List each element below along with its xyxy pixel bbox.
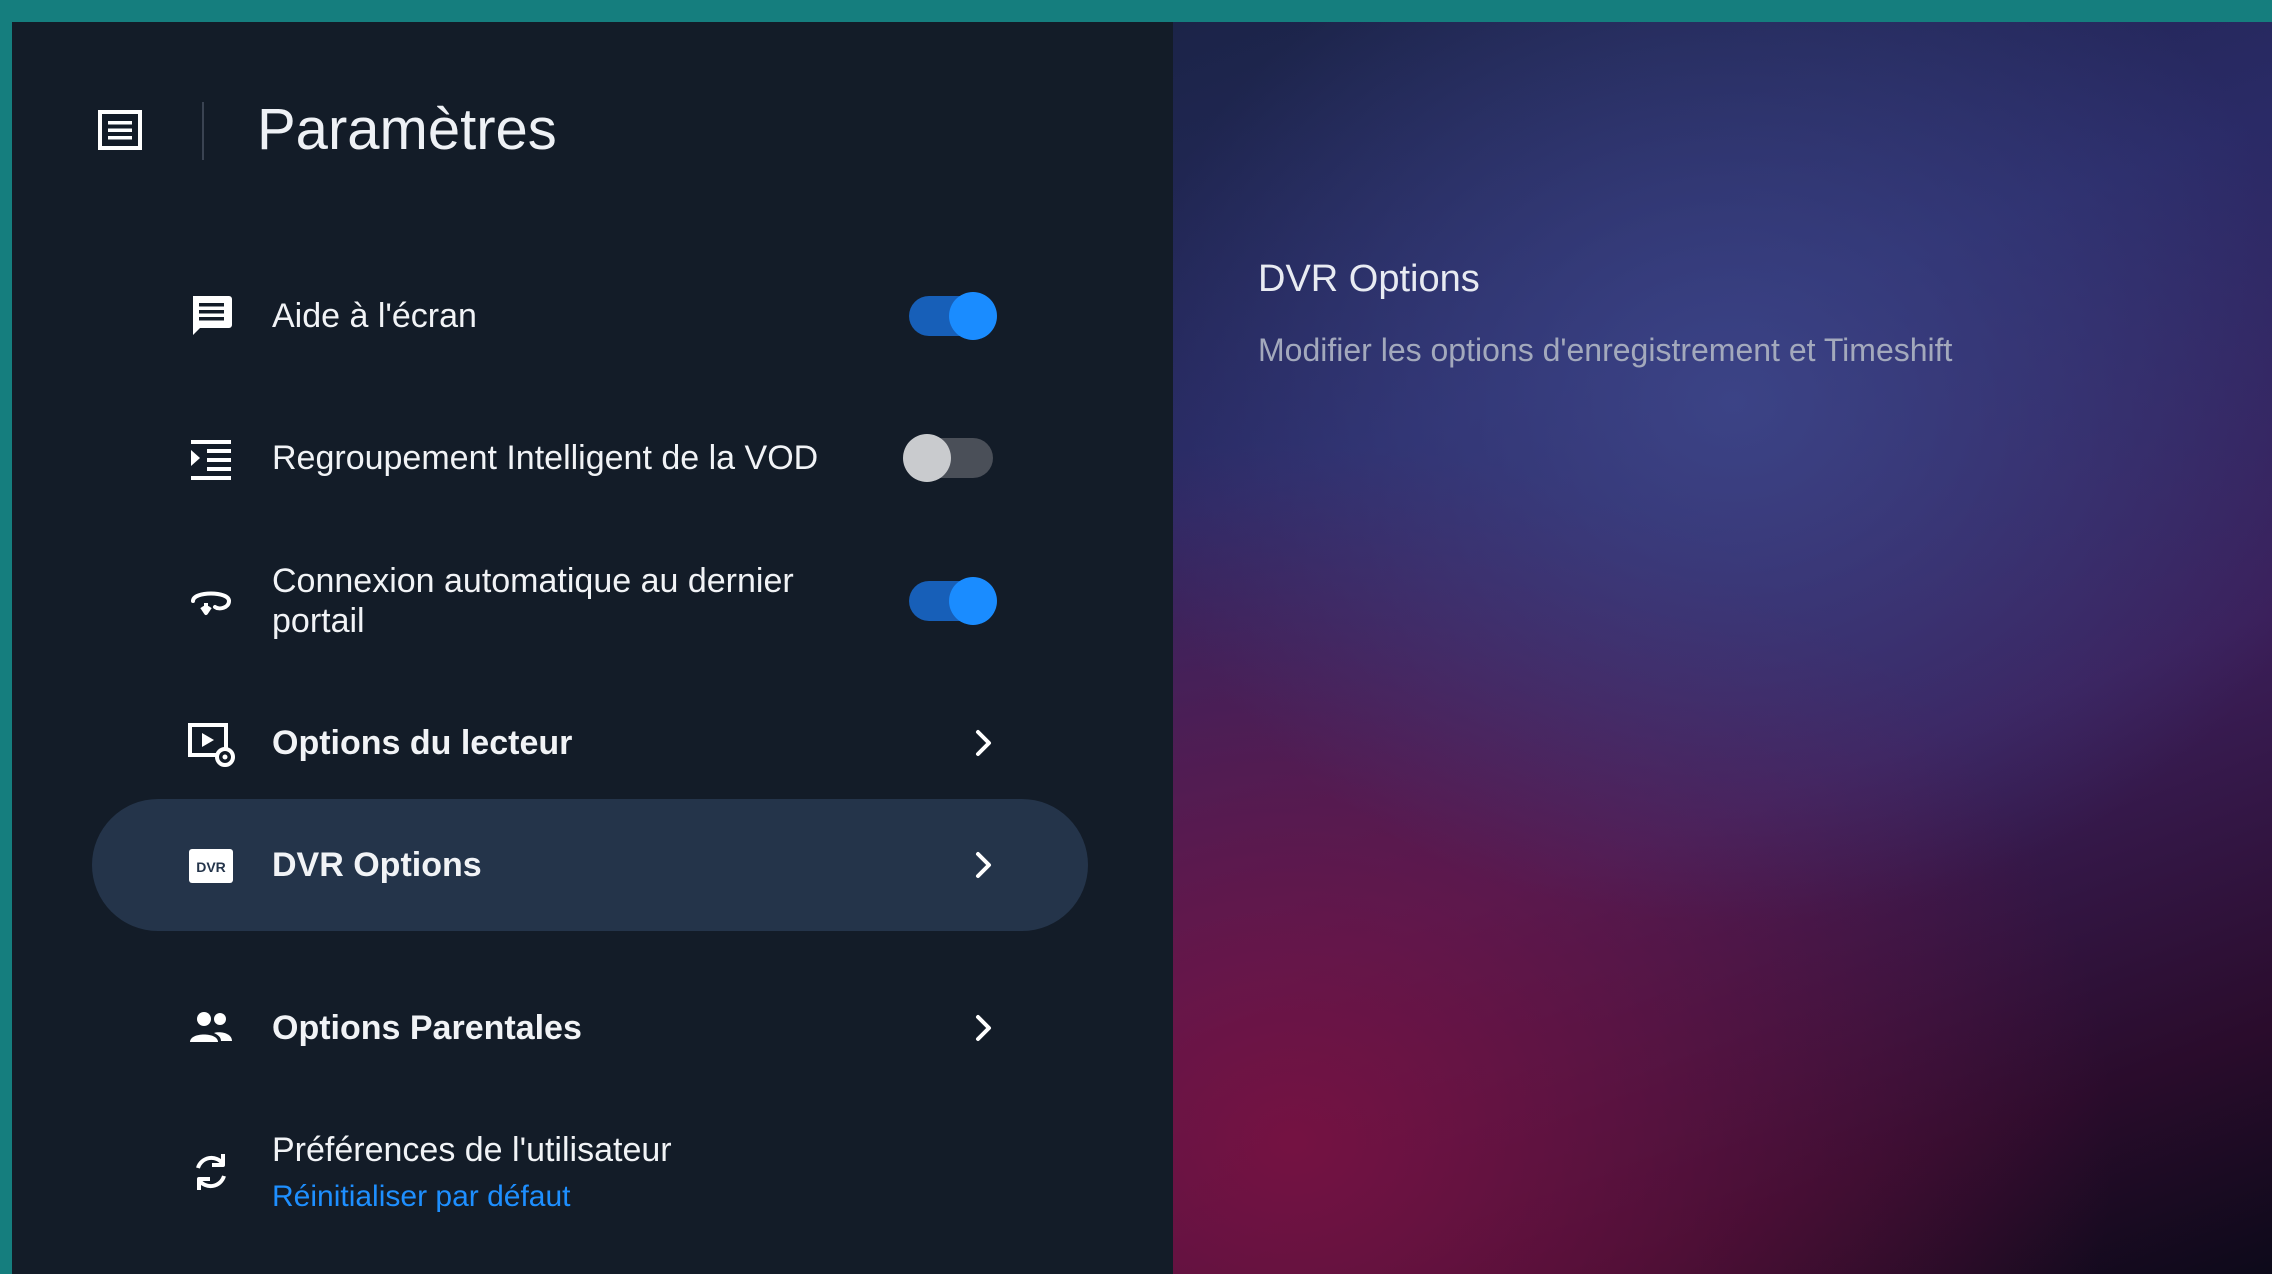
- list-icon[interactable]: [96, 106, 144, 154]
- setting-row-onscreen-help[interactable]: Aide à l'écran: [92, 250, 1088, 382]
- setting-label: DVR Options: [272, 846, 482, 884]
- setting-row-auto-connect[interactable]: Connexion automatique au dernier portail: [92, 535, 1088, 667]
- chevron-right-icon: [964, 1008, 1004, 1048]
- setting-label: Connexion automatique au dernier portail: [272, 562, 794, 640]
- connect-loop-icon: [187, 577, 235, 625]
- page-title: Paramètres: [257, 97, 557, 162]
- reset-defaults-link[interactable]: Réinitialiser par défaut: [272, 1180, 571, 1214]
- setting-label: Préférences de l'utilisateur: [272, 1131, 672, 1169]
- toggle-knob: [949, 292, 997, 340]
- description-panel: DVR Options Modifier les options d'enreg…: [1173, 22, 2272, 1274]
- setting-label: Regroupement Intelligent de la VOD: [272, 439, 819, 477]
- settings-header: Paramètres: [12, 22, 1173, 192]
- description-title: DVR Options: [1258, 258, 1480, 300]
- chevron-right-icon: [964, 845, 1004, 885]
- smart-vod-grouping-toggle[interactable]: [903, 434, 993, 482]
- settings-panel: Paramètres Aide à l'écran Regroupement I…: [12, 22, 1173, 1274]
- toggle-knob: [903, 434, 951, 482]
- toggle-knob: [949, 577, 997, 625]
- setting-row-player-options[interactable]: Options du lecteur: [92, 677, 1088, 809]
- player-settings-icon: [187, 719, 235, 767]
- setting-label: Aide à l'écran: [272, 297, 477, 335]
- header-divider: [202, 102, 204, 160]
- people-icon: [187, 1004, 235, 1052]
- onscreen-help-toggle[interactable]: [909, 292, 997, 340]
- dvr-icon: DVR: [187, 843, 235, 891]
- comment-icon: [187, 292, 235, 340]
- setting-label: Options du lecteur: [272, 724, 573, 762]
- setting-label: Options Parentales: [272, 1009, 582, 1047]
- setting-row-parental-options[interactable]: Options Parentales: [92, 962, 1088, 1094]
- setting-row-user-preferences[interactable]: Préférences de l'utilisateur Réinitialis…: [92, 1104, 1088, 1236]
- auto-connect-toggle[interactable]: [909, 577, 997, 625]
- indent-list-icon: [187, 434, 235, 482]
- sync-icon: [187, 1148, 235, 1196]
- setting-row-smart-vod-grouping[interactable]: Regroupement Intelligent de la VOD: [92, 392, 1088, 524]
- app-screen: Paramètres Aide à l'écran Regroupement I…: [12, 22, 2272, 1274]
- chevron-right-icon: [964, 723, 1004, 763]
- svg-text:DVR: DVR: [196, 859, 226, 875]
- setting-row-dvr-options[interactable]: DVR DVR Options: [92, 799, 1088, 931]
- description-text: Modifier les options d'enregistrement et…: [1258, 332, 1953, 368]
